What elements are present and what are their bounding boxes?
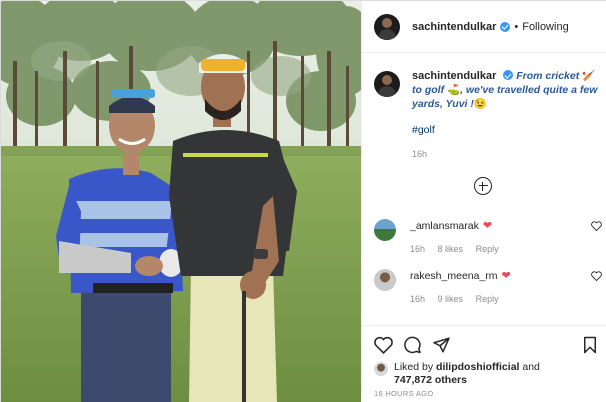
post-side-panel: sachintendulkar • Following sachintendul… — [361, 1, 606, 402]
caption-author-avatar[interactable] — [374, 71, 400, 97]
caption-text-part-2: to golf — [412, 84, 445, 96]
comment-body: rakesh_meena_rm ❤ 16h 9 likes Reply — [410, 269, 602, 304]
comment-time: 16h — [410, 294, 426, 304]
bookmark-icon[interactable] — [582, 336, 598, 354]
comment-item: rakesh_meena_rm ❤ 16h 9 likes Reply — [374, 269, 602, 304]
post-caption: sachintendulkar From cricket 🏏 to golf ⛳… — [374, 69, 602, 161]
caption-body: sachintendulkar From cricket 🏏 to golf ⛳… — [412, 69, 602, 161]
verified-badge-icon — [500, 21, 511, 32]
golf-emoji-icon: ⛳ — [447, 84, 461, 96]
reply-button[interactable]: Reply — [476, 294, 499, 304]
caption-text-part-1: From cricket — [516, 70, 580, 82]
instagram-post: sachintendulkar • Following sachintendul… — [0, 0, 606, 402]
commenter-username[interactable]: _amlansmarak — [410, 220, 479, 232]
post-header: sachintendulkar • Following — [362, 1, 606, 53]
comment-likes-link[interactable]: 9 likes — [438, 294, 464, 304]
paper-plane-icon[interactable] — [432, 336, 451, 354]
comment-likes-link[interactable]: 8 likes — [438, 244, 464, 254]
verified-badge-icon — [503, 70, 514, 80]
commenter-avatar[interactable] — [374, 219, 396, 241]
heart-outline-icon[interactable] — [591, 221, 602, 234]
heart-outline-icon[interactable] — [591, 271, 602, 284]
author-avatar[interactable] — [374, 13, 400, 40]
comment-meta: 16h 8 likes Reply — [410, 244, 602, 254]
liked-by-username[interactable]: dilipdoshiofficial — [436, 361, 519, 373]
liked-by-summary: Liked by dilipdoshiofficial and 747,872 … — [374, 361, 540, 387]
red-heart-emoji-icon: ❤ — [482, 220, 493, 232]
comment-item: _amlansmarak ❤ 16h 8 likes Reply — [374, 219, 602, 254]
following-button[interactable]: Following — [522, 21, 568, 33]
comment-bubble-icon[interactable] — [403, 336, 422, 354]
commenter-username[interactable]: rakesh_meena_rm — [410, 270, 498, 282]
comment-time: 16h — [410, 244, 426, 254]
post-timestamp[interactable]: 16 HOURS AGO — [374, 389, 433, 398]
reply-button[interactable]: Reply — [476, 244, 499, 254]
separator-dot: • — [514, 20, 519, 33]
comment-body: _amlansmarak ❤ 16h 8 likes Reply — [410, 219, 602, 254]
liked-by-and: and — [522, 361, 540, 373]
likes-count-link[interactable]: 747,872 others — [394, 374, 467, 386]
plus-circle-icon[interactable] — [474, 177, 492, 195]
author-username[interactable]: sachintendulkar — [412, 21, 496, 33]
red-heart-emoji-icon: ❤ — [501, 270, 511, 282]
wink-emoji-icon: 😉 — [473, 98, 487, 110]
cricket-emoji-icon: 🏏 — [582, 70, 596, 82]
commenter-avatar[interactable] — [374, 269, 396, 291]
liker-avatar[interactable] — [374, 362, 388, 376]
action-bar — [374, 336, 596, 356]
comment-meta: 16h 9 likes Reply — [410, 294, 602, 304]
liked-by-text: Liked by dilipdoshiofficial and 747,872 … — [394, 361, 540, 387]
post-photo[interactable] — [1, 1, 361, 402]
liked-by-prefix: Liked by — [394, 361, 434, 373]
caption-timestamp: 16h — [412, 149, 428, 159]
like-heart-icon[interactable] — [374, 336, 393, 354]
golf-photo-illustration — [1, 1, 361, 402]
hashtag-link[interactable]: #golf — [412, 123, 602, 137]
caption-author-username[interactable]: sachintendulkar — [412, 70, 496, 82]
